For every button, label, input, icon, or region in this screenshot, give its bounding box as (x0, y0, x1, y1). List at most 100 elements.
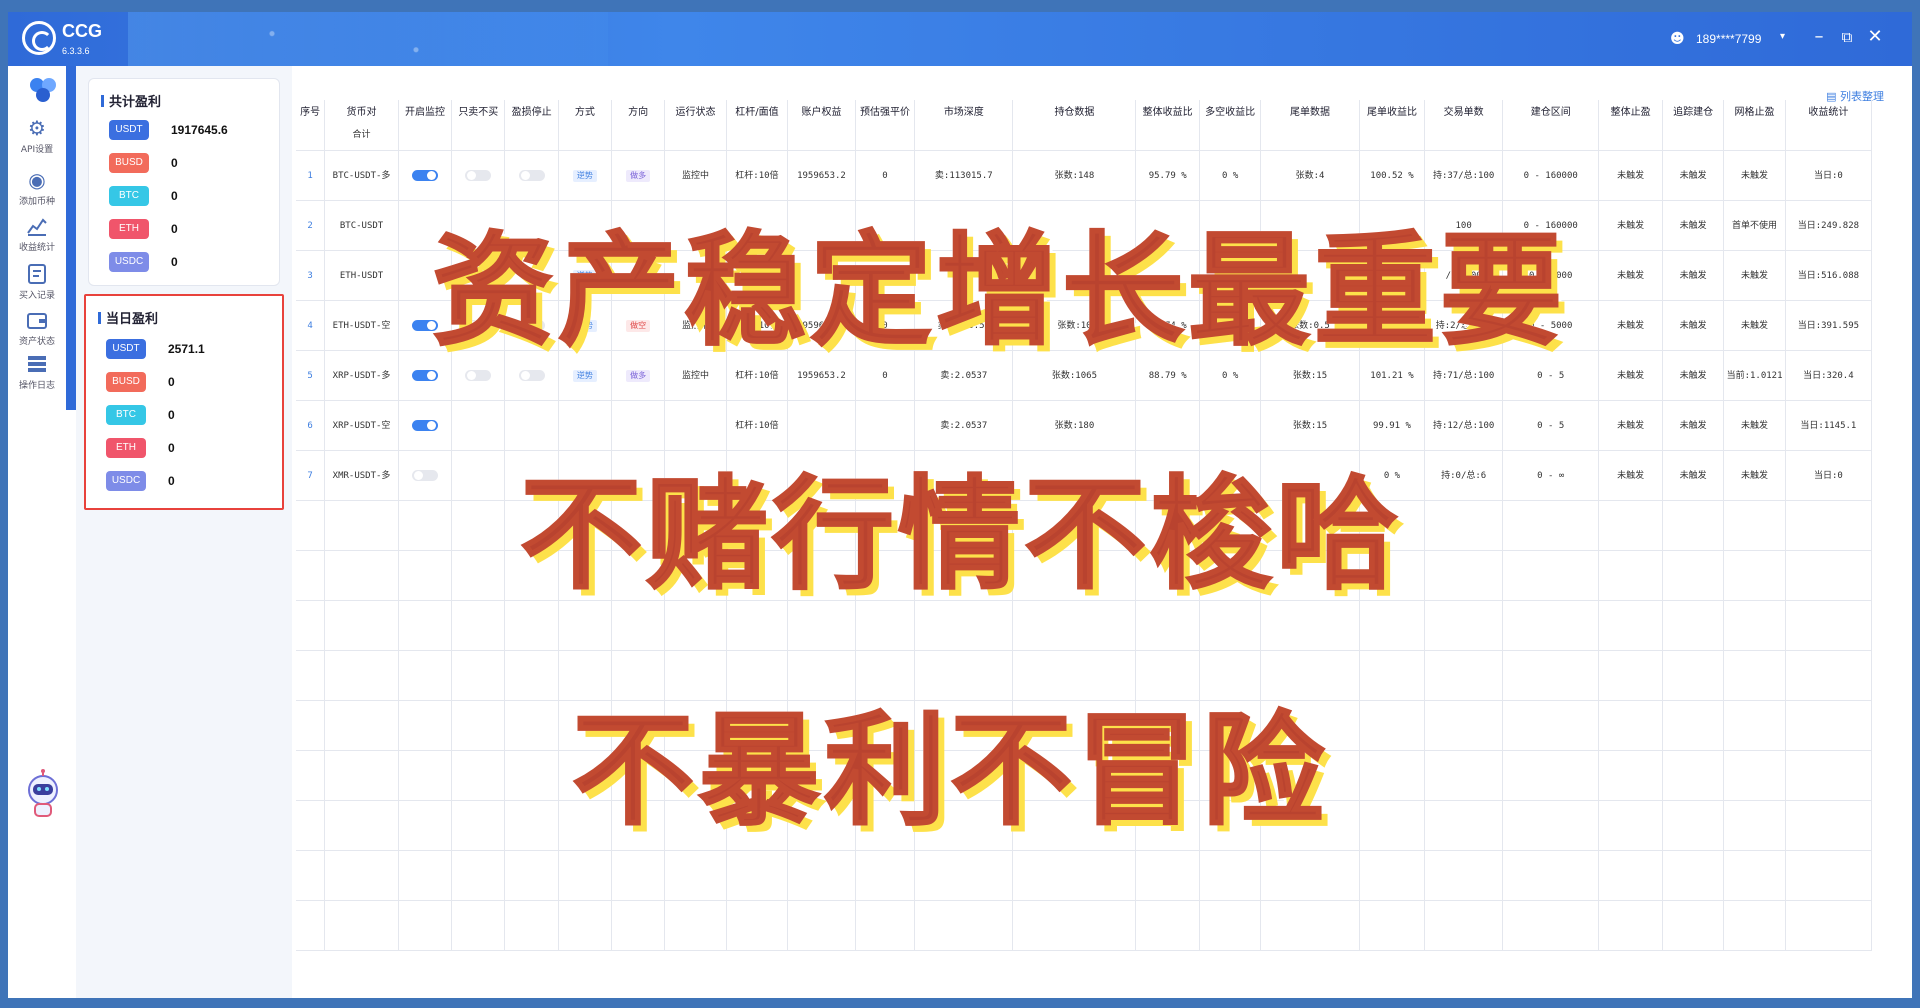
empty-cell (451, 500, 506, 551)
empty-cell (1424, 650, 1504, 701)
sell-only-toggle[interactable] (465, 170, 492, 181)
cell-liq (855, 450, 916, 501)
empty-cell (1502, 900, 1600, 951)
column-header[interactable]: 杠杆/面值 (726, 100, 789, 120)
monitor-toggle[interactable] (412, 470, 439, 481)
cell-grid: 未触发 (1723, 400, 1786, 451)
user-account[interactable]: 189****7799 (1696, 32, 1761, 46)
table-row[interactable]: 2 BTC-USDT 100 0 - 160000 未触发 未触发 首单不使用 当日:249.… (296, 200, 1873, 251)
mode-cell (558, 200, 612, 251)
empty-row (296, 850, 1873, 901)
empty-cell (1502, 700, 1600, 751)
empty-cell (787, 700, 856, 751)
table-row[interactable]: 5 XRP-USDT-多 逆势 做多 监控中 杠杆:10倍 1959653.2 0 卖:2.05… (296, 350, 1873, 401)
empty-cell (451, 650, 506, 701)
column-header[interactable]: 尾单收益比 (1359, 100, 1426, 120)
sell-only-toggle[interactable] (465, 370, 492, 381)
cell-grid: 未触发 (1723, 150, 1786, 201)
stop-loss-toggle[interactable] (518, 370, 545, 381)
column-header[interactable]: 交易单数 (1424, 100, 1504, 120)
column-header[interactable]: 方向 (611, 100, 666, 120)
empty-cell (855, 900, 916, 951)
cell-liq: 0 (855, 150, 916, 201)
column-header[interactable]: 建仓区间 (1502, 100, 1600, 120)
toggle-cell (451, 150, 506, 201)
empty-cell (398, 700, 453, 751)
column-header[interactable]: 持仓数据 (1012, 100, 1137, 120)
table-row[interactable]: 7 XMR-USDT-多 0 % 持:0/总:6 0 - ∞ 未触发 未触发 未触发 当日:0 (296, 450, 1873, 501)
currency-badge: USDT (106, 338, 146, 359)
empty-cell (1598, 850, 1663, 901)
empty-cell (1260, 600, 1360, 651)
column-header[interactable]: 尾单数据 (1260, 100, 1360, 120)
close-button[interactable]: ✕ (1864, 26, 1886, 48)
table-row[interactable]: 1 BTC-USDT-多 逆势 做多 监控中 杠杆:10倍 1959653.2 0 卖:1130… (296, 150, 1873, 201)
stop-loss-toggle[interactable] (518, 170, 545, 181)
table-row[interactable]: 6 XRP-USDT-空 杠杆:10倍 卖:2.0537 张数:180 张数:15 99.9… (296, 400, 1873, 451)
empty-cell (1598, 800, 1663, 851)
column-header[interactable]: 多空收益比 (1199, 100, 1262, 120)
empty-cell (398, 550, 453, 601)
column-header[interactable]: 盈损停止 (504, 100, 559, 120)
column-header[interactable]: 追踪建仓 (1662, 100, 1725, 120)
column-header[interactable]: 网格止盈 (1723, 100, 1786, 120)
sell-only-toggle[interactable] (465, 270, 492, 281)
column-header[interactable]: 整体收益比 (1135, 100, 1200, 120)
empty-cell (726, 500, 789, 551)
maximize-button[interactable]: ⧉ (1836, 26, 1858, 48)
column-header[interactable]: 运行状态 (664, 100, 727, 120)
empty-cell (914, 500, 1014, 551)
sidebar-item-asset-status[interactable]: 资产状态 (8, 308, 66, 356)
monitor-toggle[interactable] (412, 320, 439, 331)
sidebar-item-add-coin[interactable]: ◉ 添加币种 (8, 168, 66, 216)
empty-cell (611, 700, 666, 751)
cell-stat: 当日:0 (1785, 450, 1873, 501)
table-row[interactable]: 3 ETH-USDT 逆势/总:100 0 - 5000 未触发 未触发 未触发 当日:516… (296, 250, 1873, 301)
sell-only-toggle[interactable] (465, 320, 492, 331)
cell-track: 未触发 (1662, 300, 1725, 351)
sidebar-item-profit-stats[interactable]: 收益统计 (8, 214, 66, 262)
minimize-button[interactable]: – (1808, 26, 1830, 48)
column-header[interactable]: 整体止盈 (1598, 100, 1663, 120)
column-header[interactable]: 序号 (296, 100, 326, 120)
stop-loss-toggle[interactable] (518, 320, 545, 331)
empty-cell (1424, 550, 1504, 601)
gear-icon: ⚙ (28, 116, 46, 140)
column-header[interactable]: 市场深度 (914, 100, 1014, 120)
cell-grid: 首单不使用 (1723, 200, 1786, 251)
column-header[interactable]: 方式 (558, 100, 612, 120)
cell-tp: 未触发 (1598, 150, 1663, 201)
toggle-cell (398, 450, 453, 501)
monitor-toggle[interactable] (412, 170, 439, 181)
cell-equity: 1959653.2 (787, 300, 856, 351)
empty-cell (1785, 500, 1873, 551)
cell-liq (855, 400, 916, 451)
toggle-cell (504, 200, 559, 251)
sidebar-item-operation-log[interactable]: 操作日志 (8, 352, 66, 400)
toggle-cell (398, 300, 453, 351)
sum-row: 合计 (296, 120, 1873, 151)
empty-cell (1199, 750, 1262, 801)
empty-cell (787, 650, 856, 701)
sidebar-accent (66, 66, 76, 410)
sidebar-item-api-settings[interactable]: ⚙ API设置 (8, 116, 66, 164)
column-header[interactable]: 开启监控 (398, 100, 453, 120)
user-icon[interactable]: ☻ (1670, 32, 1685, 46)
table-row[interactable]: 4 ETH-USDT-空 逆势 做空 监控中 杠杆:10倍 1959653.2 0 卖:4150… (296, 300, 1873, 351)
column-header[interactable]: 只卖不买 (451, 100, 506, 120)
monitor-toggle[interactable] (412, 370, 439, 381)
empty-cell (1260, 500, 1360, 551)
sidebar-item-buy-records[interactable]: 买入记录 (8, 262, 66, 310)
monitor-toggle[interactable] (412, 420, 439, 431)
empty-cell (1359, 750, 1426, 801)
chevron-down-icon[interactable]: ▾ (1780, 31, 1785, 42)
empty-row (296, 700, 1873, 751)
empty-cell (1785, 850, 1873, 901)
column-header[interactable]: 账户权益 (787, 100, 856, 120)
app-version: 6.3.3.6 (62, 46, 90, 56)
toggle-cell (451, 300, 506, 351)
column-header[interactable]: 收益统计 (1785, 100, 1873, 120)
column-header[interactable]: 预估强平价 (855, 100, 916, 120)
cell-idx: 5 (296, 350, 326, 401)
column-header[interactable]: 货币对 (324, 100, 399, 120)
